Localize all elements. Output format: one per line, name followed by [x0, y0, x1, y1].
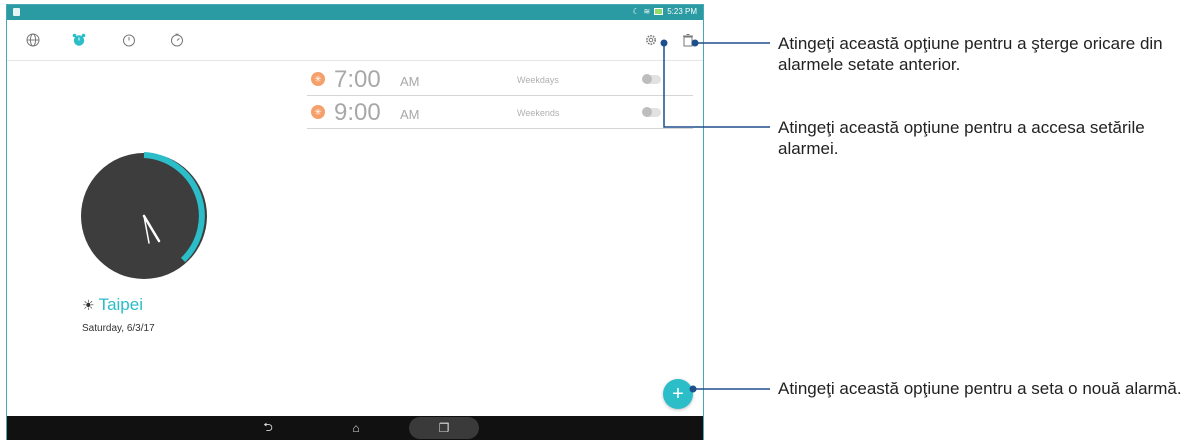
battery-icon	[654, 8, 664, 15]
city-name: Taipei	[98, 295, 143, 314]
alarm-row[interactable]: ✳ 7:00 AM Weekdays	[307, 63, 693, 96]
add-alarm-button[interactable]: +	[663, 379, 693, 409]
alarm-row[interactable]: ✳ 9:00 AM Weekends	[307, 96, 693, 129]
back-icon[interactable]: ⮌	[259, 420, 277, 436]
status-icons: ☾ ≋ 5:23 PM	[632, 7, 697, 16]
device-screen: ☾ ≋ 5:23 PM ✳ 7:00 AM Weekdays ✳ 9:00 AM…	[6, 4, 704, 440]
date-label: Saturday, 6/3/17	[82, 323, 155, 334]
gear-icon[interactable]	[643, 32, 659, 48]
sun-icon: ✳	[311, 105, 325, 119]
callout-settings-text: Atingeţi această opţiune pentru a accesa…	[778, 118, 1145, 159]
alarm-time: 7:00	[334, 66, 381, 93]
alarm-time: 9:00	[334, 99, 381, 126]
alarm-repeat-days: Weekdays	[517, 75, 559, 85]
globe-icon[interactable]	[25, 32, 41, 48]
daytime-sun-icon: ☀	[82, 296, 95, 313]
status-bar: ☾ ≋ 5:23 PM	[7, 5, 703, 20]
status-time: 5:23 PM	[667, 7, 697, 16]
recent-apps-icon[interactable]: ❐	[435, 420, 453, 436]
alarm-clock-icon[interactable]	[71, 32, 87, 48]
moon-icon: ☾	[632, 7, 640, 16]
alarm-ampm: AM	[400, 74, 420, 89]
sun-icon: ✳	[311, 72, 325, 86]
timer-icon[interactable]	[169, 32, 185, 48]
home-icon[interactable]: ⌂	[347, 420, 365, 436]
callout-delete-text: Atingeţi această opţiune pentru a şterge…	[778, 34, 1163, 75]
notification-icon	[13, 8, 20, 16]
alarm-ampm: AM	[400, 107, 420, 122]
toolbar-divider	[7, 60, 703, 61]
navigation-bar: ⮌ ⌂ ❐	[7, 416, 703, 440]
city-label: ☀ Taipei	[82, 295, 143, 315]
stopwatch-icon[interactable]	[121, 32, 137, 48]
trash-icon[interactable]	[680, 32, 696, 48]
alarm-toggle[interactable]	[642, 107, 661, 117]
alarm-repeat-days: Weekends	[517, 108, 560, 118]
toolbar	[7, 20, 703, 60]
alarm-list: ✳ 7:00 AM Weekdays ✳ 9:00 AM Weekends	[307, 63, 693, 129]
analog-clock	[81, 152, 207, 279]
callout-add-text: Atingeţi această opţiune pentru a seta o…	[778, 379, 1182, 398]
alarm-toggle[interactable]	[642, 74, 661, 84]
wifi-icon: ≋	[643, 7, 651, 16]
